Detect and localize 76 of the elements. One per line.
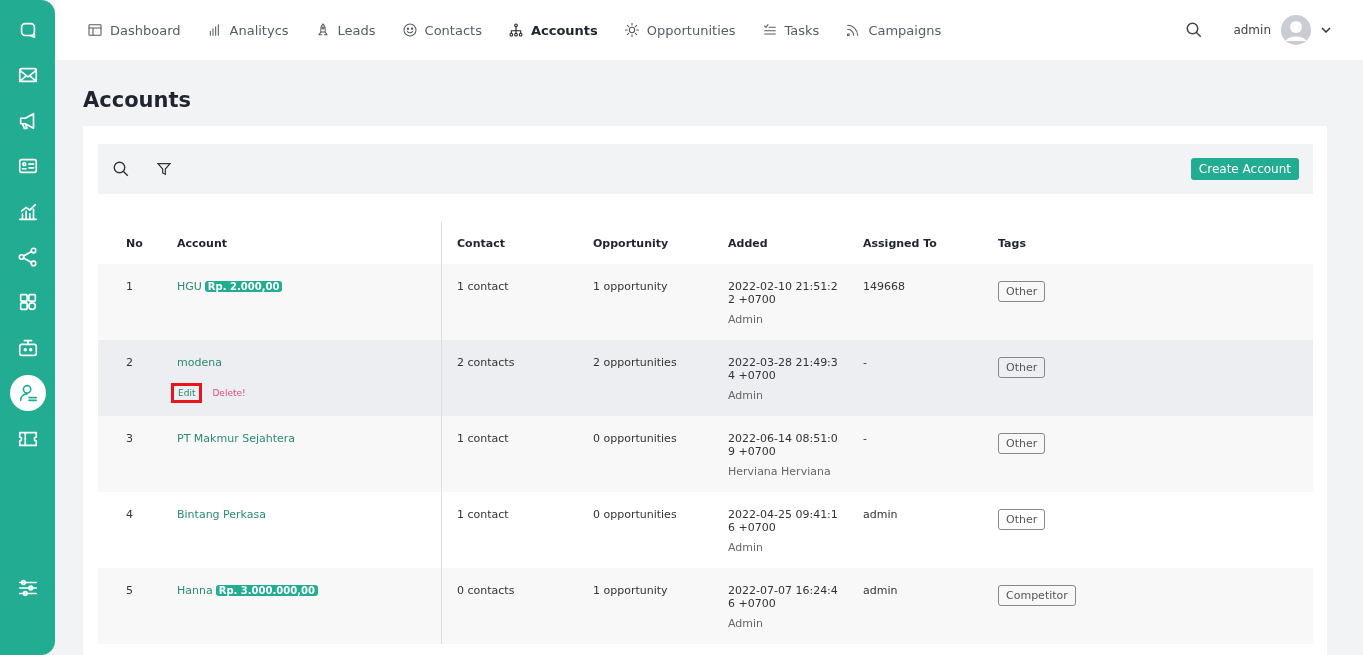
added-by: Admin: [728, 617, 765, 630]
nav-tab[interactable]: Accounts: [507, 22, 598, 38]
avatar[interactable]: [1281, 15, 1311, 45]
table-cell: 2 contacts: [457, 356, 515, 369]
added-by: Admin: [728, 389, 765, 402]
date-added: 2022-02-10 21:51:22 +0700: [728, 280, 839, 306]
table-cell: -: [863, 356, 867, 369]
table-cell: 2 opportunities: [593, 356, 677, 369]
column-header: Account: [177, 237, 228, 250]
table-row[interactable]: 2 modena Edit Delete! 2 contacts 2 opportunities 2022-03-28 21:49:34 +0700 Admin - Other: [98, 340, 1313, 416]
edit-link[interactable]: Edit: [171, 383, 203, 403]
date-added: 2022-06-14 08:51:09 +0700: [728, 432, 839, 458]
amount-badge: Rp. 2.000,00: [204, 281, 283, 292]
account-link[interactable]: PT Makmur Sejahtera: [177, 432, 296, 445]
nav-tab[interactable]: Dashboard: [87, 22, 181, 38]
table-cell: 1 contact: [457, 508, 509, 521]
tag: Other: [998, 281, 1046, 302]
row-number: 3: [126, 432, 133, 445]
column-header: No: [126, 237, 143, 250]
tag: Other: [998, 433, 1046, 454]
table-cell: 1 opportunity: [593, 584, 668, 597]
date-added: 2022-07-07 16:24:46 +0700: [728, 584, 839, 610]
table-cell: admin: [863, 508, 898, 521]
added-by: Admin: [728, 541, 765, 554]
table-cell: 0 opportunities: [593, 432, 677, 445]
nav-tab[interactable]: Opportunities: [623, 22, 736, 38]
row-number: 2: [126, 356, 133, 369]
username: admin: [1233, 23, 1271, 37]
column-header: Opportunity: [593, 237, 669, 250]
account-link[interactable]: Hanna: [177, 584, 213, 597]
checklist-icon: [761, 22, 778, 38]
column-header: Assigned To: [863, 237, 937, 250]
added-by: Herviana Herviana: [728, 465, 832, 478]
nav-tab[interactable]: Campaigns: [845, 22, 942, 38]
tag: Other: [998, 509, 1046, 530]
table-cell: -: [863, 432, 867, 445]
nav-tab[interactable]: Leads: [314, 22, 376, 38]
account-link[interactable]: modena: [177, 356, 222, 369]
table-cell: 1 contact: [457, 432, 509, 445]
layout-icon: [87, 22, 103, 38]
caret-icon[interactable]: [1321, 27, 1331, 33]
tag: Other: [998, 357, 1046, 378]
table-cell: 0 contacts: [457, 584, 515, 597]
nav-tab[interactable]: Analitycs: [206, 22, 289, 38]
page-title: Accounts: [83, 88, 192, 112]
amount-badge: Rp. 3.000.000,00: [215, 585, 318, 596]
hierarchy-icon: [507, 22, 524, 38]
table-row[interactable]: 5 Hanna Rp. 3.000.000,00 0 contacts 1 opportunity 2022-07-07 16:24:46 +0700 Admin admin Competitor: [98, 568, 1313, 644]
column-header: Tags: [998, 237, 1026, 250]
table-cell: 149668: [863, 280, 905, 293]
account-link[interactable]: HGU: [177, 280, 202, 293]
table-cell: 0 opportunities: [593, 508, 677, 521]
filter-icon[interactable]: [156, 161, 172, 177]
tag: Competitor: [998, 585, 1076, 606]
table-cell: 1 opportunity: [593, 280, 668, 293]
column-header: Added: [728, 237, 768, 250]
search-icon[interactable]: [1185, 21, 1204, 39]
nav-tab[interactable]: Contacts: [401, 22, 482, 38]
nav-tab[interactable]: Tasks: [761, 22, 820, 38]
search-icon[interactable]: [112, 160, 130, 178]
date-added: 2022-04-25 09:41:16 +0700: [728, 508, 839, 534]
table-cell: admin: [863, 584, 898, 597]
table-cell: 1 contact: [457, 280, 509, 293]
row-number: 5: [126, 584, 133, 597]
row-number: 4: [126, 508, 133, 521]
date-added: 2022-03-28 21:49:34 +0700: [728, 356, 839, 382]
table-row[interactable]: 1 HGU Rp. 2.000,00 1 contact 1 opportunity 2022-02-10 21:51:22 +0700 Admin 149668 Other: [98, 264, 1313, 340]
added-by: Admin: [728, 313, 765, 326]
column-header: Contact: [457, 237, 505, 250]
share-icon: [16, 245, 39, 268]
sun-icon: [623, 22, 640, 38]
row-number: 1: [126, 280, 133, 293]
account-link[interactable]: Bintang Perkasa: [177, 508, 266, 521]
sidebar-item[interactable]: [9, 375, 46, 412]
table-row[interactable]: 3 PT Makmur Sejahtera 1 contact 0 opportunities 2022-06-14 08:51:09 +0700 Herviana Herviana - Other: [98, 416, 1313, 492]
smiley-icon: [401, 22, 418, 38]
